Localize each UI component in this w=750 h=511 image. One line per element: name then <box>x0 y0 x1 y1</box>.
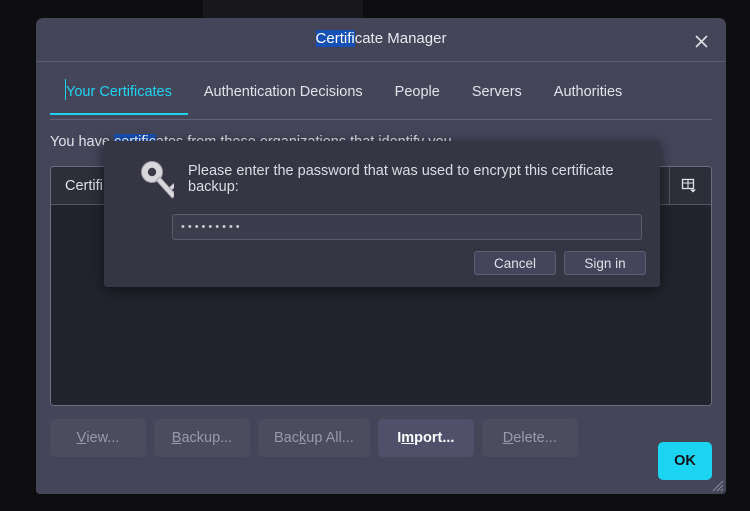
password-input-value: ••••••••• <box>181 221 243 233</box>
import-button[interactable]: Im port... <box>377 419 474 457</box>
modal-button-row: Cancel Sign in <box>474 251 646 275</box>
sign-in-button[interactable]: Sign in <box>564 251 646 275</box>
close-icon[interactable] <box>688 28 714 54</box>
page-title: Certificate Manager <box>36 30 726 47</box>
backup-all-button[interactable]: Bac k up All... <box>258 419 370 457</box>
password-prompt-dialog: Please enter the password that was used … <box>104 141 660 287</box>
column-header-certificate-name[interactable]: Certifi <box>51 178 103 194</box>
table-columns-icon-glyph <box>681 178 696 192</box>
tab-bar: Your Certificates Authentication Decisio… <box>50 76 712 120</box>
tab-label: Servers <box>471 84 522 100</box>
table-columns-icon[interactable] <box>669 167 707 204</box>
tab-label: Authorities <box>553 84 623 100</box>
btn-accel: k <box>299 430 307 446</box>
tab-authentication-decisions[interactable]: Authentication Decisions <box>188 76 379 114</box>
tab-people[interactable]: People <box>379 76 456 114</box>
btn-accel: m <box>401 430 415 446</box>
btn-pre: Bac <box>274 430 299 446</box>
btn-accel: D <box>502 430 514 446</box>
backup-button[interactable]: Backup... <box>154 419 250 457</box>
tab-your-certificates[interactable]: Your Certificates <box>50 76 188 115</box>
close-icon-glyph <box>694 34 708 48</box>
key-icon <box>141 161 174 199</box>
btn-accel: B <box>171 430 182 446</box>
tab-label: Your Certificates <box>66 84 172 100</box>
btn-post: iew... <box>86 430 120 446</box>
page-title-selected: Certifi <box>315 30 355 47</box>
tab-authorities[interactable]: Authorities <box>538 76 639 114</box>
btn-accel: V <box>76 430 87 446</box>
resize-grip[interactable] <box>710 478 724 492</box>
page-title-rest: cate Manager <box>354 30 447 47</box>
cancel-button[interactable]: Cancel <box>474 251 556 275</box>
modal-message-row: Please enter the password that was used … <box>104 141 660 203</box>
password-input[interactable]: ••••••••• <box>172 214 642 240</box>
tab-label: People <box>394 84 440 100</box>
title-bar: Certificate Manager <box>36 18 726 62</box>
view-button[interactable]: View... <box>50 419 146 457</box>
ok-button[interactable]: OK <box>658 442 712 480</box>
delete-button[interactable]: Delete... <box>481 419 578 457</box>
btn-post: port... <box>414 430 455 446</box>
action-button-row: View... Backup... Bac k up All... Im port..… <box>50 419 578 457</box>
btn-post: up All... <box>306 430 354 446</box>
btn-post: elete... <box>513 430 557 446</box>
btn-post: ackup... <box>181 430 233 446</box>
screen-root: Certificate Manager Your Certificates Au… <box>0 0 750 511</box>
tab-servers[interactable]: Servers <box>456 76 538 114</box>
tab-label: Authentication Decisions <box>203 84 363 100</box>
modal-message: Please enter the password that was used … <box>188 163 614 195</box>
